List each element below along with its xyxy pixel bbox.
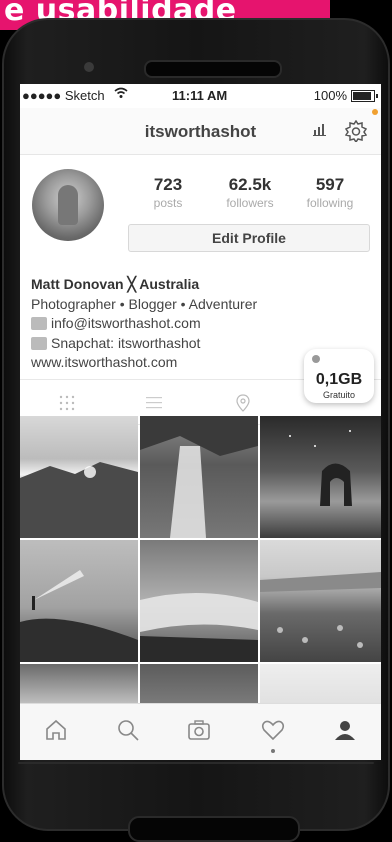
profile-name-line: Matt Donovan ╳ Australia — [31, 276, 200, 292]
battery-icon — [351, 89, 378, 102]
mailbox-icon — [31, 317, 47, 330]
heart-icon[interactable] — [261, 718, 285, 742]
battery-percent: 100% — [313, 88, 347, 103]
followers-stat[interactable]: 62.5k followers — [220, 175, 280, 210]
posts-count: 723 — [153, 175, 183, 194]
photo-thumbnail[interactable] — [260, 540, 381, 662]
profile-section: 723 posts 62.5k followers 597 following … — [20, 155, 381, 380]
battery-status: 100% — [313, 88, 378, 103]
notification-dot — [372, 109, 378, 115]
snapchat-text: Snapchat: itsworthashot — [51, 334, 201, 351]
insights-icon[interactable] — [313, 122, 329, 136]
home-icon[interactable] — [44, 718, 68, 742]
wifi-icon — [114, 87, 128, 102]
camera-icon[interactable] — [187, 718, 211, 742]
profile-header: itsworthashot — [20, 108, 381, 155]
carrier-label: ●●●●● Sketch — [22, 88, 105, 103]
location-pin-icon[interactable] — [234, 394, 252, 412]
activity-dot — [271, 749, 275, 753]
list-icon[interactable] — [145, 394, 163, 412]
bezel-divider — [18, 762, 374, 764]
badge-dot — [312, 355, 320, 363]
storage-label: Gratuito — [322, 390, 355, 400]
gear-icon[interactable] — [345, 120, 367, 142]
grid-icon[interactable] — [58, 394, 76, 412]
snapchat-line: Snapchat: itsworthashot — [31, 334, 257, 354]
profile-bio: Matt Donovan ╳ Australia Photographer • … — [31, 275, 257, 373]
ghost-icon — [31, 336, 47, 350]
website-link[interactable]: www.itsworthashot.com — [31, 353, 257, 373]
photo-thumbnail[interactable] — [260, 416, 381, 538]
front-camera — [84, 62, 94, 72]
clock: 11:11 AM — [172, 88, 228, 103]
following-label: following — [306, 196, 354, 210]
bottom-speaker — [128, 816, 300, 842]
email-text: info@itsworthashot.com — [51, 315, 201, 331]
photo-thumbnail[interactable] — [20, 416, 138, 538]
email-line[interactable]: info@itsworthashot.com — [31, 314, 257, 334]
bottom-tab-bar — [20, 703, 381, 760]
storage-badge: 0,1GB Gratuito — [304, 349, 374, 403]
status-bar: ●●●●● Sketch 11:11 AM 100% — [20, 84, 381, 108]
followers-count: 62.5k — [228, 175, 272, 194]
earpiece-speaker — [144, 60, 282, 78]
phone-screen: ●●●●● Sketch 11:11 AM 100% itsworthashot… — [20, 84, 381, 760]
storage-value: 0,1GB — [315, 371, 363, 388]
followers-label: followers — [226, 196, 274, 210]
photo-thumbnail[interactable] — [140, 416, 258, 538]
posts-stat[interactable]: 723 posts — [138, 175, 198, 210]
edit-profile-button[interactable]: Edit Profile — [128, 224, 370, 252]
avatar-figure — [58, 185, 78, 225]
avatar[interactable] — [32, 169, 104, 241]
photo-thumbnail[interactable] — [20, 540, 138, 662]
posts-label: posts — [153, 196, 183, 210]
following-stat[interactable]: 597 following — [300, 175, 360, 210]
search-icon[interactable] — [116, 718, 140, 742]
photo-thumbnail[interactable] — [140, 540, 258, 662]
bio-line: Photographer • Blogger • Adventurer — [31, 295, 258, 312]
profile-icon[interactable] — [333, 718, 357, 742]
following-count: 597 — [315, 175, 345, 194]
